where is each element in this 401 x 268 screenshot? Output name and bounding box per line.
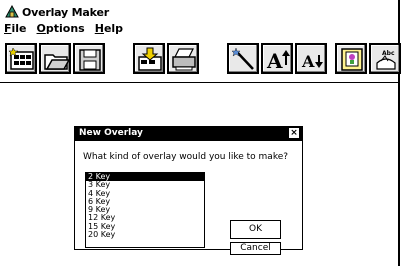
cancel-button[interactable]: Cancel <box>230 242 281 255</box>
overlay-type-listbox[interactable]: 2 Key 3 Key 4 Key 6 Key 9 Key 12 Key 15 Key 20 … <box>85 172 205 248</box>
menu-file[interactable]: File <box>4 22 27 38</box>
save-button[interactable] <box>73 43 105 74</box>
app-logo-icon <box>5 5 19 18</box>
svg-text:Abc: Abc <box>382 50 395 57</box>
magic-wand-button[interactable] <box>227 43 259 74</box>
save-disk-icon <box>79 49 101 71</box>
download-button[interactable] <box>133 43 165 74</box>
dialog-prompt: What kind of overlay would you like to m… <box>83 152 289 162</box>
menu-options-mnemonic: O <box>36 22 46 35</box>
close-icon[interactable]: × <box>289 128 299 138</box>
decrease-text-size-button[interactable]: A <box>295 43 327 74</box>
text-label-icon: Abc <box>376 50 396 70</box>
text-label-button[interactable]: Abc <box>369 43 401 74</box>
overlay-maker-window: Overlay Maker File Options Help A A Abc … <box>0 0 401 268</box>
open-folder-icon <box>44 54 69 70</box>
print-button[interactable] <box>167 43 199 74</box>
open-button[interactable] <box>39 43 71 74</box>
menu-options[interactable]: Options <box>37 22 85 38</box>
menu-help-rest: elp <box>103 22 124 35</box>
picture-frame-icon <box>341 48 363 71</box>
app-title: Overlay Maker <box>22 5 109 19</box>
menu-help-mnemonic: H <box>94 22 104 35</box>
new-overlay-icon <box>9 47 34 70</box>
dialog-title: New Overlay <box>79 128 143 138</box>
increase-text-size-button[interactable]: A <box>261 43 293 74</box>
svg-text:A: A <box>266 49 283 72</box>
menu-options-rest: ptions <box>45 22 85 35</box>
download-icon <box>138 47 162 71</box>
print-icon <box>172 48 196 71</box>
picture-button[interactable] <box>335 43 367 74</box>
menu-file-mnemonic: F <box>4 22 12 35</box>
list-item[interactable]: 20 Key <box>86 230 204 239</box>
svg-text:A: A <box>301 52 315 71</box>
ok-button[interactable]: OK <box>230 220 281 239</box>
toolbar-separator <box>0 82 400 83</box>
menu-bar: File Options Help <box>4 22 123 38</box>
new-overlay-dialog: New Overlay × What kind of overlay would… <box>74 126 303 255</box>
text-size-down-icon: A <box>301 52 323 71</box>
dialog-title-bar: New Overlay × <box>75 127 302 141</box>
text-size-up-icon: A <box>266 49 290 72</box>
menu-file-rest: ile <box>11 22 27 35</box>
title-bar: Overlay Maker <box>4 4 109 20</box>
magic-wand-icon <box>231 47 254 70</box>
menu-help[interactable]: Help <box>95 22 123 38</box>
new-overlay-button[interactable] <box>5 43 37 74</box>
